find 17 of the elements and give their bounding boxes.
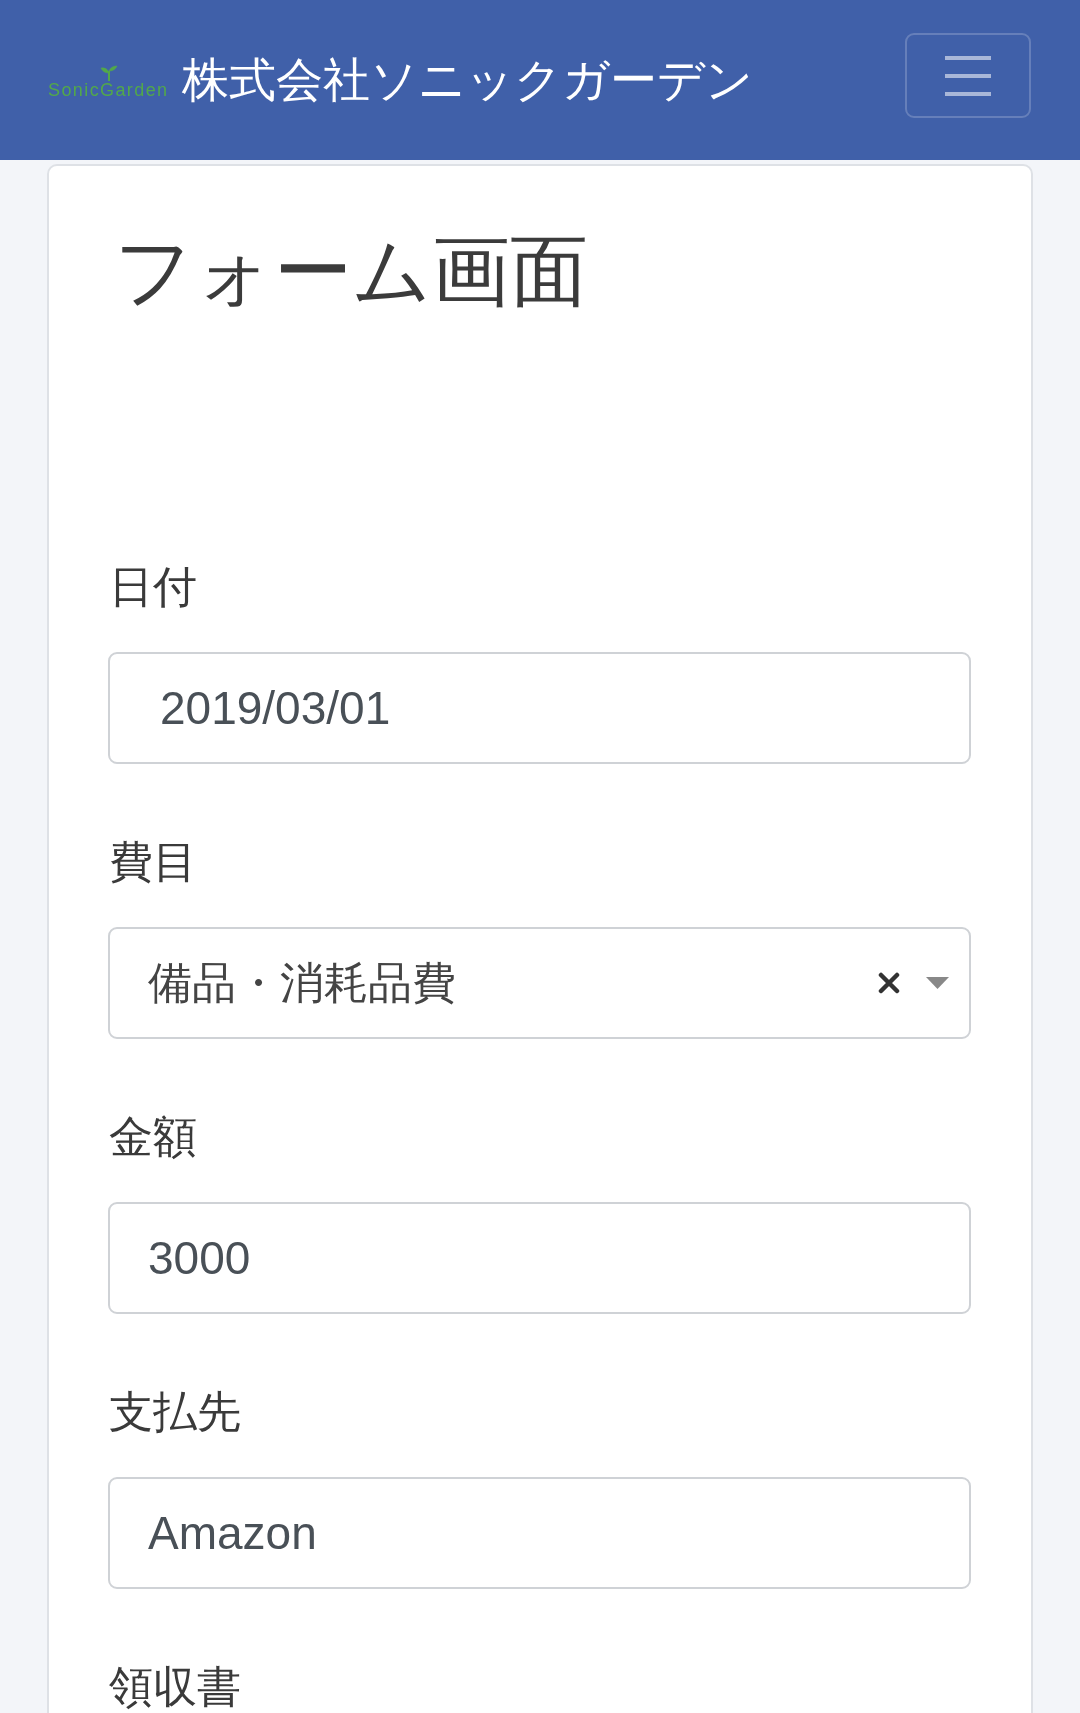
select-field[interactable]: 備品・消耗品費 bbox=[108, 927, 971, 1039]
field-label: 支払先 bbox=[108, 1386, 241, 1438]
page-title: フォーム画面 bbox=[113, 226, 588, 317]
field-label: 金額 bbox=[108, 1111, 197, 1163]
date-field[interactable]: 2019/03/01 bbox=[108, 652, 971, 764]
sprout-icon bbox=[100, 64, 118, 81]
text-field[interactable]: Amazon bbox=[108, 1477, 971, 1589]
company-name: 株式会社ソニックガーデン bbox=[182, 52, 754, 108]
field-label: 日付 bbox=[108, 561, 197, 613]
field-label: 費目 bbox=[108, 836, 197, 888]
field-label: 領収書 bbox=[108, 1661, 241, 1713]
caret-icon bbox=[926, 977, 949, 989]
menu-button[interactable] bbox=[905, 33, 1031, 118]
clear-icon[interactable] bbox=[878, 972, 900, 994]
logo-text: SonicGarden bbox=[48, 81, 169, 98]
text-field[interactable]: 3000 bbox=[108, 1202, 971, 1314]
menu-icon bbox=[945, 55, 991, 96]
